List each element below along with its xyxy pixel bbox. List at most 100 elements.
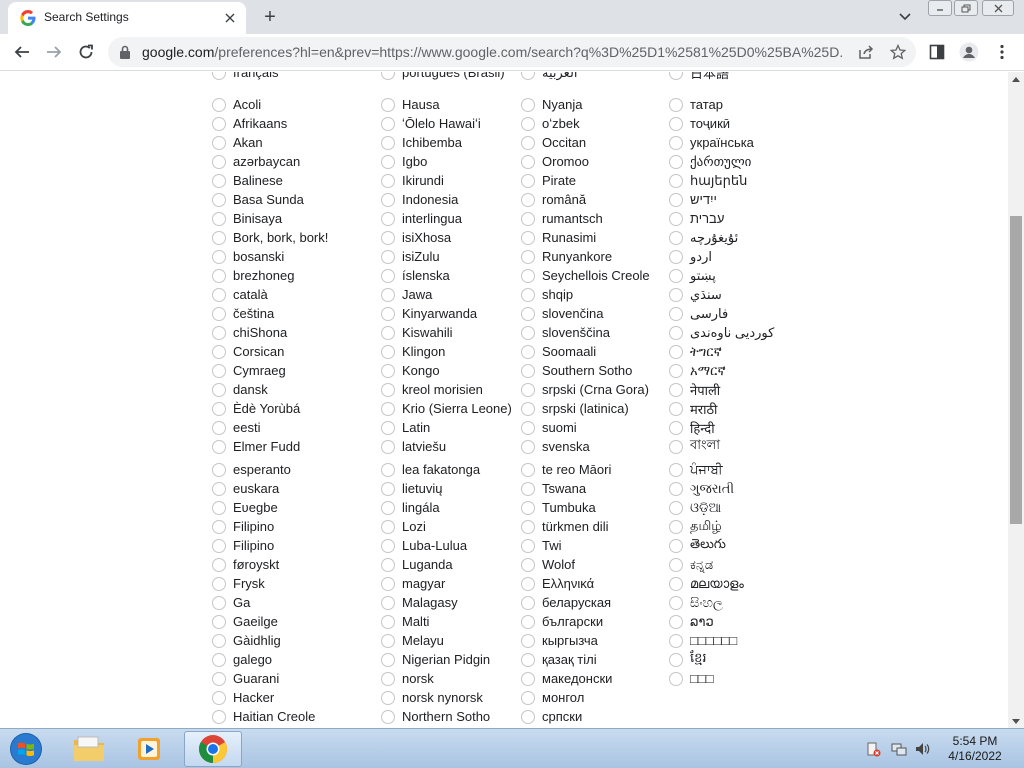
language-option[interactable]: עברית [669,209,724,228]
radio-button[interactable] [381,173,395,188]
network-icon[interactable] [890,740,908,758]
language-option[interactable]: Southern Sotho [521,361,632,380]
language-option[interactable]: Runyankore [521,247,612,266]
radio-button[interactable] [521,709,535,724]
language-option[interactable]: کوردیی ناوەندی [669,323,774,342]
radio-button[interactable] [381,576,395,591]
radio-button[interactable] [521,192,535,207]
language-option[interactable]: հայերեն [669,171,747,190]
language-option[interactable]: Akan [212,133,263,152]
radio-button[interactable] [381,614,395,629]
language-option[interactable]: čeština [212,304,274,323]
language-option[interactable]: Twi [521,536,562,555]
radio-button[interactable] [212,595,226,610]
radio-button[interactable] [521,268,535,283]
radio-button[interactable] [521,462,535,477]
radio-button[interactable] [669,519,683,534]
volume-icon[interactable] [913,740,931,758]
language-option[interactable]: □□□ [669,669,714,688]
language-option[interactable]: galego [212,650,272,669]
radio-button[interactable] [381,595,395,610]
language-option[interactable]: тоҷикӣ [669,114,730,133]
language-option[interactable]: монгол [521,688,584,707]
language-option[interactable]: norsk [381,669,434,688]
radio-button[interactable] [669,211,683,226]
language-option[interactable]: română [521,190,586,209]
radio-button[interactable] [212,211,226,226]
language-option[interactable]: Tswana [521,479,586,498]
language-option[interactable]: Kinyarwanda [381,304,477,323]
language-option[interactable]: esperanto [212,460,291,479]
radio-button[interactable] [521,500,535,515]
language-option[interactable]: Basa Sunda [212,190,304,209]
language-option[interactable]: brezhoneg [212,266,294,285]
radio-button[interactable] [381,481,395,496]
language-option[interactable]: ગુજરાતી [669,479,734,498]
radio-button[interactable] [521,420,535,435]
radio-button[interactable] [381,709,395,724]
radio-button[interactable] [381,519,395,534]
start-button[interactable] [6,731,46,767]
language-option[interactable]: Filipino [212,536,274,555]
radio-button[interactable] [212,614,226,629]
language-option[interactable]: ქართული [669,152,751,171]
radio-button[interactable] [521,671,535,686]
radio-button[interactable] [212,344,226,359]
radio-button[interactable] [521,344,535,359]
radio-button[interactable] [669,287,683,302]
system-clock[interactable]: 5:54 PM 4/16/2022 [940,734,1010,764]
radio-button[interactable] [212,519,226,534]
language-option[interactable]: Acoli [212,95,261,114]
language-option[interactable]: Krio (Sierra Leone) [381,399,512,418]
radio-button[interactable] [381,439,395,454]
radio-button[interactable] [212,287,226,302]
radio-button[interactable] [669,538,683,553]
radio-button[interactable] [212,72,226,80]
language-option[interactable]: srpski (Crna Gora) [521,380,649,399]
profile-icon[interactable] [957,40,981,64]
close-window-button[interactable] [982,0,1014,16]
radio-button[interactable] [669,420,683,435]
language-option[interactable]: кыргызча [521,631,598,650]
language-option[interactable]: Ichibemba [381,133,462,152]
language-option[interactable]: Wolof [521,555,575,574]
radio-button[interactable] [381,557,395,572]
language-option[interactable]: ខ្មែរ [669,650,707,669]
language-option[interactable]: ትግርኛ [669,342,722,361]
radio-button[interactable] [212,135,226,150]
language-option[interactable]: srpski (latinica) [521,399,629,418]
language-option[interactable]: magyar [381,574,445,593]
language-option[interactable]: ਪੰਜਾਬੀ [669,460,723,479]
radio-button[interactable] [521,363,535,378]
radio-button[interactable] [381,211,395,226]
language-option[interactable]: Gàidhlig [212,631,281,650]
radio-button[interactable] [669,344,683,359]
new-tab-button[interactable]: + [256,4,284,30]
address-bar[interactable]: google.com/preferences?hl=en&prev=https:… [108,37,916,67]
language-option[interactable]: Latin [381,418,430,437]
radio-button[interactable] [521,481,535,496]
language-option[interactable]: Ikirundi [381,171,444,190]
radio-button[interactable] [381,652,395,667]
radio-button[interactable] [669,306,683,321]
language-option[interactable]: سنڌي [669,285,722,304]
language-option[interactable]: català [212,285,268,304]
radio-button[interactable] [521,154,535,169]
language-option[interactable]: isiZulu [381,247,440,266]
language-option[interactable]: Balinese [212,171,283,190]
language-option[interactable]: □□□□□□ [669,631,737,650]
language-option[interactable]: Runasimi [521,228,596,247]
language-option[interactable]: Lozi [381,517,426,536]
language-option[interactable]: rumantsch [521,209,603,228]
radio-button[interactable] [212,306,226,321]
radio-button[interactable] [669,325,683,340]
language-option[interactable]: Hacker [212,688,274,707]
language-option[interactable]: français [212,72,279,82]
language-option[interactable]: Ga [212,593,250,612]
radio-button[interactable] [381,192,395,207]
language-option[interactable]: اردو [669,247,712,266]
language-option[interactable]: Igbo [381,152,427,171]
radio-button[interactable] [212,230,226,245]
radio-button[interactable] [669,481,683,496]
language-option[interactable]: беларуская [521,593,611,612]
